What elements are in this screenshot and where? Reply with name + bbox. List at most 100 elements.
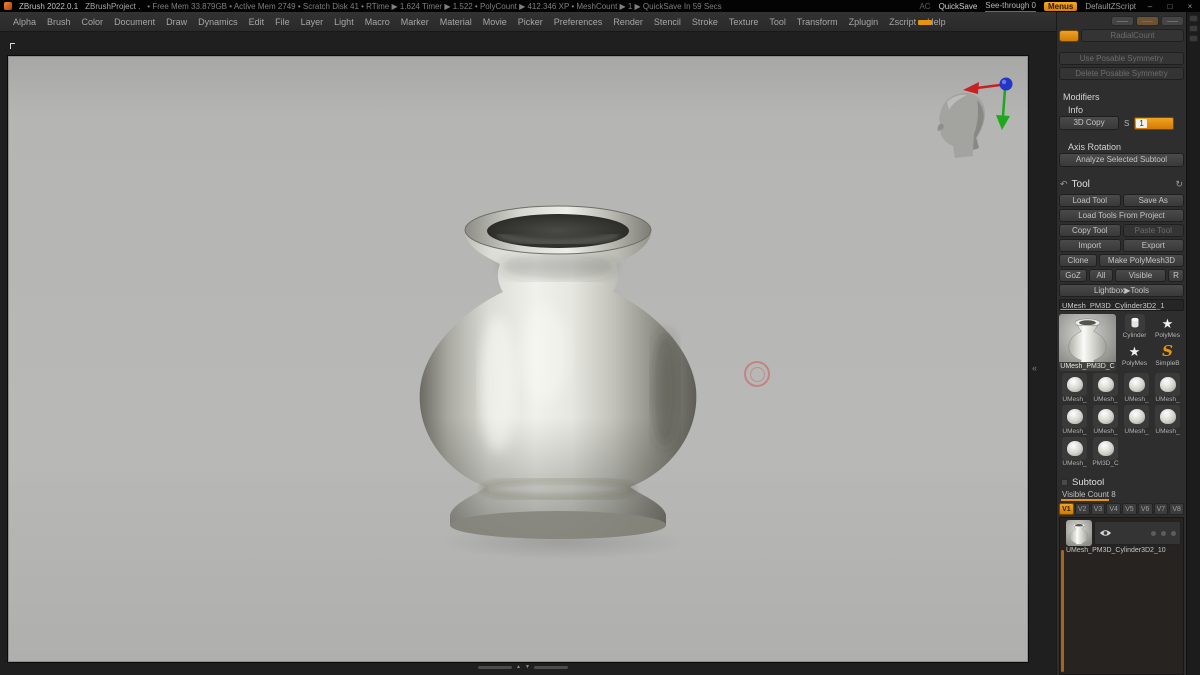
save-as-button[interactable]: Save As — [1122, 194, 1184, 207]
scroll-bar-right[interactable] — [533, 666, 568, 669]
menu-item-draw[interactable]: Draw — [166, 17, 187, 27]
tab-v5[interactable]: V5 — [1122, 503, 1137, 515]
visible-button[interactable]: Visible — [1115, 269, 1166, 282]
quick-pick-polymesh-star[interactable]: ★ PolyMes — [1151, 314, 1184, 342]
quick-pick-cylinder[interactable]: Cylinder — [1118, 314, 1151, 342]
tool-thumb[interactable]: UMesh_ — [1059, 373, 1090, 404]
export-button[interactable]: Export — [1122, 239, 1184, 252]
menu-item-movie[interactable]: Movie — [483, 17, 507, 27]
quick-pick-polymesh-star-2[interactable]: ★ PolyMes — [1118, 342, 1151, 370]
maximize-button[interactable]: □ — [1164, 2, 1176, 11]
subtool-list-item[interactable]: UMesh_PM3D_Cylinder3D2_10 — [1066, 520, 1181, 556]
scroll-down-icon[interactable]: ▼ — [525, 665, 530, 670]
quick-pick-simplebrush[interactable]: S SimpleB — [1151, 342, 1184, 370]
minimize-button[interactable]: – — [1144, 2, 1156, 11]
tray-slider-icon[interactable] — [1189, 35, 1198, 42]
tab-v3[interactable]: V3 — [1090, 503, 1106, 515]
load-tool-button[interactable]: Load Tool — [1059, 194, 1121, 207]
current-tool-name[interactable]: UMesh_PM3D_Cylinder3D2_1 — [1059, 299, 1184, 311]
subtool-thumbnail[interactable] — [1066, 520, 1092, 546]
analyze-selected-subtool-button[interactable]: Analyze Selected Subtool — [1059, 153, 1184, 167]
tool-thumb[interactable]: UMesh_ — [1059, 405, 1090, 436]
tool-thumb[interactable]: UMesh_ — [1121, 373, 1152, 404]
tool-thumb[interactable]: PM3D_C — [1090, 437, 1121, 468]
menu-item-brush[interactable]: Brush — [47, 17, 71, 27]
paste-tool-button[interactable]: Paste Tool — [1122, 224, 1184, 237]
menu-item-edit[interactable]: Edit — [249, 17, 265, 27]
menu-item-marker[interactable]: Marker — [401, 17, 429, 27]
scroll-bar-left[interactable] — [478, 666, 512, 669]
dock-handle[interactable] — [10, 43, 15, 49]
options-icon[interactable] — [1171, 530, 1176, 536]
tab-v2[interactable]: V2 — [1074, 503, 1090, 515]
menu-item-stroke[interactable]: Stroke — [692, 17, 718, 27]
clone-button[interactable]: Clone — [1059, 254, 1097, 267]
r-button[interactable]: R — [1168, 269, 1184, 282]
menu-item-dynamics[interactable]: Dynamics — [198, 17, 238, 27]
load-tools-from-project-button[interactable]: Load Tools From Project — [1059, 209, 1184, 222]
document-canvas[interactable] — [8, 56, 1028, 662]
make-polymesh3d-button[interactable]: Make PolyMesh3D — [1099, 254, 1184, 267]
menu-item-zscript[interactable]: Zscript — [889, 17, 916, 27]
3d-copy-button[interactable]: 3D Copy — [1059, 116, 1119, 130]
tray-slider-icon[interactable] — [1189, 15, 1198, 22]
tab-v1[interactable]: V1 — [1059, 503, 1074, 515]
menus-button[interactable]: Menus — [1043, 1, 1078, 11]
subtool-scrollbar[interactable] — [1061, 550, 1064, 672]
delete-posable-symmetry-button[interactable]: Delete Posable Symmetry — [1059, 67, 1184, 80]
radial-count-slider[interactable]: RadialCount — [1081, 29, 1184, 42]
scroll-up-icon[interactable]: ▲ — [516, 665, 521, 670]
active-tool-thumbnail[interactable]: UMesh_PM3D_C — [1059, 314, 1116, 371]
menu-item-layer[interactable]: Layer — [301, 17, 324, 27]
default-zscript-button[interactable]: DefaultZScript — [1085, 2, 1136, 11]
radial-slider-icon[interactable] — [1136, 16, 1159, 26]
tab-v8[interactable]: V8 — [1169, 503, 1184, 515]
menu-item-preferences[interactable]: Preferences — [554, 17, 603, 27]
tab-v4[interactable]: V4 — [1106, 503, 1121, 515]
all-button[interactable]: All — [1089, 269, 1113, 282]
tab-v6[interactable]: V6 — [1137, 503, 1153, 515]
menu-item-material[interactable]: Material — [440, 17, 472, 27]
canvas-scrollbar[interactable]: ▲ ▼ — [478, 665, 568, 670]
menu-item-stencil[interactable]: Stencil — [654, 17, 681, 27]
lightbox-tools-button[interactable]: Lightbox▶Tools — [1059, 284, 1184, 297]
menu-item-document[interactable]: Document — [114, 17, 155, 27]
see-through-slider[interactable]: See-through 0 — [985, 1, 1036, 12]
use-posable-symmetry-button[interactable]: Use Posable Symmetry — [1059, 52, 1184, 65]
vase-model[interactable] — [403, 204, 713, 549]
tray-slider-icon[interactable] — [1189, 25, 1198, 32]
mirror-slider-icon[interactable] — [1111, 16, 1134, 26]
menu-item-light[interactable]: Light — [334, 17, 354, 27]
paint-toggle-icon[interactable] — [1151, 530, 1156, 536]
menu-item-file[interactable]: File — [275, 17, 290, 27]
sculpt-toggle-icon[interactable] — [1161, 530, 1166, 536]
menu-item-texture[interactable]: Texture — [729, 17, 759, 27]
subtool-list[interactable]: UMesh_PM3D_Cylinder3D2_10 — [1059, 517, 1184, 675]
quicksave-button[interactable]: QuickSave — [939, 2, 978, 11]
tool-thumb[interactable]: UMesh_ — [1121, 405, 1152, 436]
menu-item-macro[interactable]: Macro — [365, 17, 390, 27]
tool-thumb[interactable]: UMesh_ — [1090, 405, 1121, 436]
radial-toggle-button[interactable] — [1059, 29, 1079, 42]
flip-palette-icon[interactable]: ↶ — [1060, 179, 1068, 190]
tab-v7[interactable]: V7 — [1153, 503, 1169, 515]
reset-palette-icon[interactable]: ↻ — [1175, 179, 1183, 190]
subtool-section-header[interactable]: Subtool — [1059, 475, 1184, 489]
goz-button[interactable]: GoZ — [1059, 269, 1087, 282]
panel-divider-icon[interactable]: « — [1032, 363, 1037, 373]
tool-thumb[interactable]: UMesh_ — [1090, 373, 1121, 404]
tool-thumb[interactable]: UMesh_ — [1152, 373, 1183, 404]
copy-tool-button[interactable]: Copy Tool — [1059, 224, 1121, 237]
menu-item-alpha[interactable]: Alpha — [13, 17, 36, 27]
symmetry-slider-icon[interactable] — [1161, 16, 1184, 26]
eye-icon[interactable] — [1099, 529, 1112, 537]
visible-count-slider[interactable]: Visible Count 8 — [1059, 489, 1184, 501]
tool-thumb[interactable]: UMesh_ — [1152, 405, 1183, 436]
menu-item-render[interactable]: Render — [613, 17, 643, 27]
menu-item-tool[interactable]: Tool — [769, 17, 786, 27]
import-button[interactable]: Import — [1059, 239, 1121, 252]
tool-thumb[interactable]: UMesh_ — [1059, 437, 1090, 468]
copy-count-slider[interactable]: 1 — [1134, 116, 1175, 130]
menu-item-transform[interactable]: Transform — [797, 17, 838, 27]
close-button[interactable]: × — [1184, 2, 1196, 11]
